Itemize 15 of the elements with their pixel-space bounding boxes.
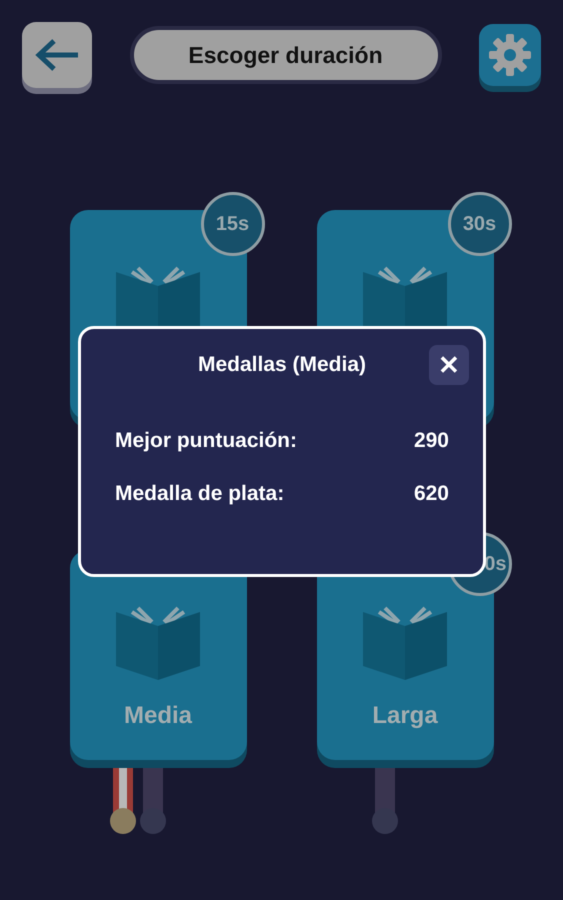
- close-button[interactable]: ✕: [429, 345, 469, 385]
- screen-title: Escoger duración: [130, 26, 442, 84]
- stat-value: 290: [414, 428, 449, 454]
- stopwatch-badge: 30s: [448, 192, 512, 256]
- back-arrow-icon: [34, 37, 80, 73]
- stat-label: Mejor puntuación:: [115, 428, 297, 454]
- stat-label: Medalla de plata:: [115, 481, 284, 507]
- stat-value: 620: [414, 481, 449, 507]
- settings-button[interactable]: [479, 24, 541, 86]
- dialog-title: Medallas (Media): [198, 352, 366, 378]
- stopwatch-badge: 15s: [200, 192, 264, 256]
- card-label: Media: [124, 701, 192, 731]
- settings-icon: [488, 33, 532, 77]
- card-label: Larga: [372, 701, 438, 731]
- back-button[interactable]: [22, 22, 92, 88]
